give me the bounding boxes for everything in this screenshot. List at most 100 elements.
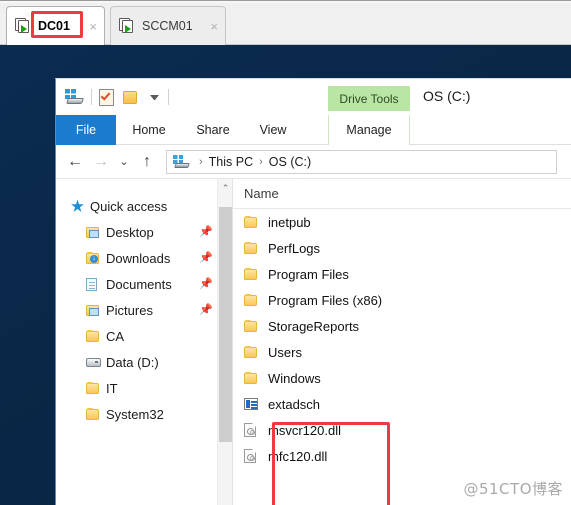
drive-icon[interactable] [64, 89, 84, 105]
sidebar-item-label: CA [106, 328, 125, 344]
sidebar-item-label: Data (D:) [106, 354, 159, 370]
breadcrumb-os-c[interactable]: OS (C:) [269, 155, 311, 169]
folder-icon [244, 319, 268, 332]
drive-icon [86, 357, 106, 367]
sidebar-item-label: System32 [106, 406, 164, 422]
file-name: Program Files [268, 266, 349, 282]
dll-file-icon [244, 423, 268, 437]
sidebar-item-label: Pictures [106, 302, 153, 318]
nav-pane-scrollbar[interactable]: ⌃ [217, 179, 232, 505]
file-name: Program Files (x86) [268, 292, 383, 308]
sidebar-item-it[interactable]: IT [56, 375, 232, 401]
pictures-icon [86, 304, 106, 316]
tab-share[interactable]: Share [182, 115, 244, 145]
sidebar-item-desktop[interactable]: Desktop 📌 [56, 219, 232, 245]
vm-tab-sccm01-label: SCCM01 [142, 19, 193, 33]
table-row[interactable]: mfc120.dll [233, 443, 571, 469]
pin-icon[interactable]: 📌 [199, 226, 213, 238]
documents-icon [86, 277, 106, 291]
sidebar-item-label: Desktop [106, 224, 154, 240]
sidebar-item-label: IT [106, 380, 118, 396]
folder-icon [86, 329, 106, 342]
window-title: OS (C:) [423, 88, 471, 104]
folder-icon [244, 241, 268, 254]
tab-manage[interactable]: Manage [328, 115, 410, 145]
table-row[interactable]: msvcr120.dll [233, 417, 571, 443]
file-name: Windows [268, 370, 321, 386]
pin-icon[interactable]: 📌 [199, 278, 213, 290]
toolbar-separator [168, 89, 169, 105]
new-folder-icon[interactable] [123, 90, 137, 104]
file-explorer-window: Drive Tools OS (C:) File Home Share View… [55, 78, 571, 505]
breadcrumb-separator: › [199, 155, 203, 168]
table-row[interactable]: Windows [233, 365, 571, 391]
tabstrip-topline [0, 0, 571, 3]
this-pc-icon [173, 154, 191, 169]
tab-view[interactable]: View [244, 115, 302, 145]
scroll-up-icon[interactable]: ⌃ [218, 179, 232, 197]
sidebar-item-label: Documents [106, 276, 172, 292]
scrollbar-thumb[interactable] [219, 207, 232, 442]
tab-file[interactable]: File [56, 115, 116, 145]
back-button[interactable]: ← [62, 149, 88, 175]
file-list-pane: Name ⌃ inetpub PerfLogs Program Files Pr… [233, 179, 571, 505]
table-row[interactable]: Users [233, 339, 571, 365]
desktop-icon [86, 226, 106, 238]
sidebar-item-downloads[interactable]: ↓ Downloads 📌 [56, 245, 232, 271]
breadcrumb-this-pc[interactable]: This PC [209, 155, 253, 169]
sidebar-item-documents[interactable]: Documents 📌 [56, 271, 232, 297]
folder-icon [244, 215, 268, 228]
column-header-name[interactable]: Name ⌃ [233, 179, 571, 209]
column-header-label: Name [244, 186, 279, 201]
close-icon[interactable]: × [202, 20, 218, 33]
sidebar-item-pictures[interactable]: Pictures 📌 [56, 297, 232, 323]
vm-tab-dc01-label: DC01 [38, 19, 70, 33]
pin-icon[interactable]: 📌 [199, 252, 213, 264]
navigation-pane: Quick access Desktop 📌 ↓ Downloads 📌 Doc… [56, 179, 232, 505]
close-icon[interactable]: × [81, 20, 97, 33]
chevron-down-icon[interactable] [150, 94, 159, 100]
dll-file-icon [244, 449, 268, 463]
file-name: msvcr120.dll [268, 422, 341, 438]
sidebar-item-system32[interactable]: System32 [56, 401, 232, 427]
up-button[interactable]: ↑ [134, 149, 160, 175]
sidebar-item-label: Downloads [106, 250, 171, 266]
file-name: mfc120.dll [268, 448, 328, 464]
table-row[interactable]: StorageReports [233, 313, 571, 339]
file-name: StorageReports [268, 318, 360, 334]
table-row[interactable]: Program Files [233, 261, 571, 287]
vm-tab-sccm01[interactable]: SCCM01 × [110, 6, 226, 45]
folder-icon [244, 345, 268, 358]
vm-running-icon [119, 18, 136, 34]
table-row[interactable]: extadsch [233, 391, 571, 417]
breadcrumb-separator: › [259, 155, 263, 168]
tab-home[interactable]: Home [116, 115, 182, 145]
desktop-background: DC01 × SCCM01 × Drive Tools OS (C:) File… [0, 0, 571, 505]
vm-tab-dc01[interactable]: DC01 × [6, 6, 105, 45]
file-name: PerfLogs [268, 240, 321, 256]
folder-icon [244, 293, 268, 306]
table-row[interactable]: Program Files (x86) [233, 287, 571, 313]
table-row[interactable]: PerfLogs [233, 235, 571, 261]
sort-ascending-icon: ⌃ [297, 179, 306, 187]
vm-console-tabstrip: DC01 × SCCM01 × [0, 0, 571, 45]
sidebar-item-quick-access[interactable]: Quick access [56, 193, 232, 219]
toolbar-separator [91, 89, 92, 105]
watermark: @51CTO博客 [463, 480, 563, 498]
sidebar-item-data-d[interactable]: Data (D:) [56, 349, 232, 375]
file-name: Users [268, 344, 302, 360]
sidebar-item-label: Quick access [90, 198, 168, 214]
downloads-icon: ↓ [86, 251, 106, 264]
folder-icon [86, 407, 106, 420]
file-name: inetpub [268, 214, 311, 230]
file-name: extadsch [268, 396, 321, 412]
table-row[interactable]: inetpub [233, 209, 571, 235]
contextual-tab-group-label: Drive Tools [328, 86, 410, 111]
properties-icon[interactable] [99, 88, 114, 106]
ribbon-tab-bar: File Home Share View Manage [56, 115, 571, 145]
explorer-content: Quick access Desktop 📌 ↓ Downloads 📌 Doc… [56, 179, 571, 505]
address-bar[interactable]: › This PC › OS (C:) [166, 149, 557, 174]
pin-icon[interactable]: 📌 [199, 304, 213, 316]
sidebar-item-ca[interactable]: CA [56, 323, 232, 349]
recent-locations-button[interactable]: ⌄ [114, 149, 134, 175]
